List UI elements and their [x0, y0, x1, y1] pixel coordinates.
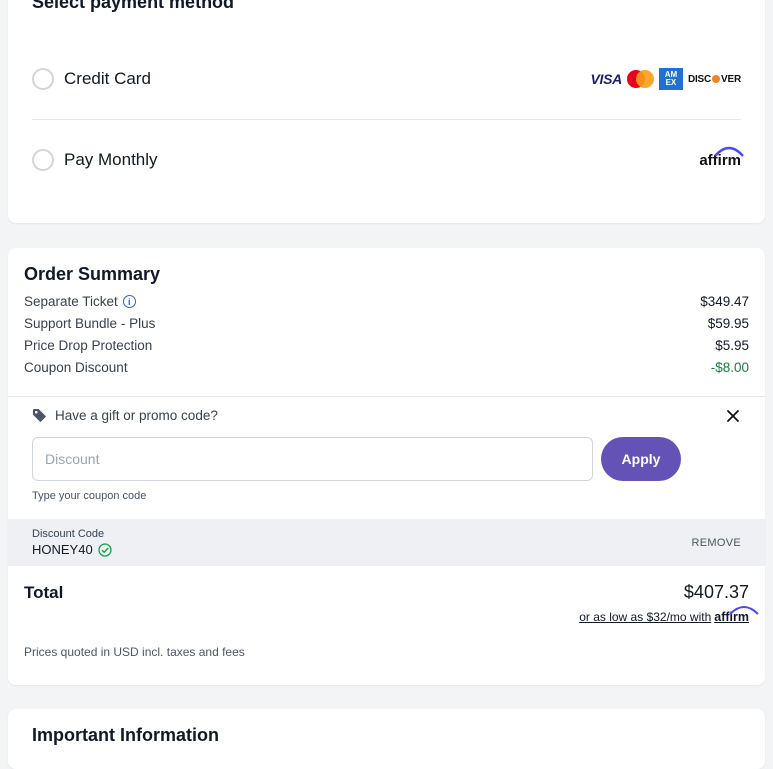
- summary-line: Separate Ticket i $349.47: [24, 294, 749, 309]
- financing-text: or as low as $32/mo with: [579, 610, 712, 624]
- important-info-title: Important Information: [32, 725, 219, 745]
- check-circle-icon: [98, 542, 112, 557]
- order-summary-card: Order Summary Separate Ticket i $349.47 S…: [8, 248, 765, 685]
- apply-button[interactable]: Apply: [601, 437, 681, 481]
- line-label: Price Drop Protection: [24, 338, 153, 353]
- tag-icon: [32, 408, 47, 423]
- line-label: Coupon Discount: [24, 360, 128, 375]
- pay-monthly-label: Pay Monthly: [64, 150, 158, 169]
- amex-logo: AM EX: [658, 68, 683, 90]
- line-value: $59.95: [707, 316, 749, 331]
- affirm-logo: affirm: [699, 146, 745, 169]
- summary-line: Support Bundle - Plus $59.95: [24, 316, 749, 331]
- total-value: $407.37: [683, 582, 749, 602]
- payment-method-card: Select payment method Credit Card VISA A…: [8, 0, 765, 223]
- promo-header: Have a gift or promo code?: [32, 408, 218, 423]
- affirm-logo-wrap: affirm: [699, 146, 745, 169]
- prices-note: Prices quoted in USD incl. taxes and fee…: [24, 645, 245, 659]
- order-summary-title: Order Summary: [24, 264, 161, 284]
- important-info-card: Important Information: [8, 709, 765, 769]
- info-icon[interactable]: i: [122, 295, 136, 308]
- promo-divider: [8, 396, 765, 397]
- pay-monthly-radio[interactable]: [32, 149, 54, 171]
- discount-code-label: Discount Code: [32, 528, 105, 540]
- line-value: $5.95: [715, 338, 749, 353]
- line-value-discount: -$8.00: [710, 360, 749, 375]
- coupon-hint: Type your coupon code: [32, 490, 147, 502]
- applied-code-bar: Discount Code HONEY40 REMOVE: [8, 519, 765, 566]
- discount-code-text: HONEY40: [32, 542, 93, 557]
- affirm-logo-small: affirm: [714, 606, 759, 624]
- discount-code-value: HONEY40: [32, 542, 112, 557]
- line-label: Support Bundle - Plus: [24, 316, 156, 331]
- card-logos: VISA AM EX DISC VER: [590, 68, 741, 90]
- line-value: $349.47: [700, 294, 749, 309]
- total-label: Total: [24, 583, 64, 602]
- visa-logo: VISA: [590, 71, 622, 87]
- payment-option-credit-card[interactable]: Credit Card VISA AM EX DISC VER: [32, 59, 741, 99]
- remove-code-button[interactable]: REMOVE: [692, 537, 741, 549]
- line-label: Separate Ticket: [24, 294, 118, 309]
- mastercard-logo: [626, 70, 654, 88]
- credit-card-label: Credit Card: [64, 69, 151, 88]
- discover-logo: DISC VER: [687, 73, 741, 85]
- payment-divider: [32, 119, 741, 120]
- payment-option-pay-monthly[interactable]: Pay Monthly affirm: [32, 140, 745, 180]
- credit-card-radio[interactable]: [32, 68, 54, 90]
- close-icon[interactable]: [725, 408, 741, 424]
- financing-link[interactable]: or as low as $32/mo with affirm: [579, 606, 759, 624]
- summary-line: Price Drop Protection $5.95: [24, 338, 749, 353]
- discount-input[interactable]: [32, 437, 593, 481]
- promo-prompt: Have a gift or promo code?: [55, 408, 218, 423]
- summary-line: Coupon Discount -$8.00: [24, 360, 749, 375]
- payment-title: Select payment method: [32, 0, 235, 12]
